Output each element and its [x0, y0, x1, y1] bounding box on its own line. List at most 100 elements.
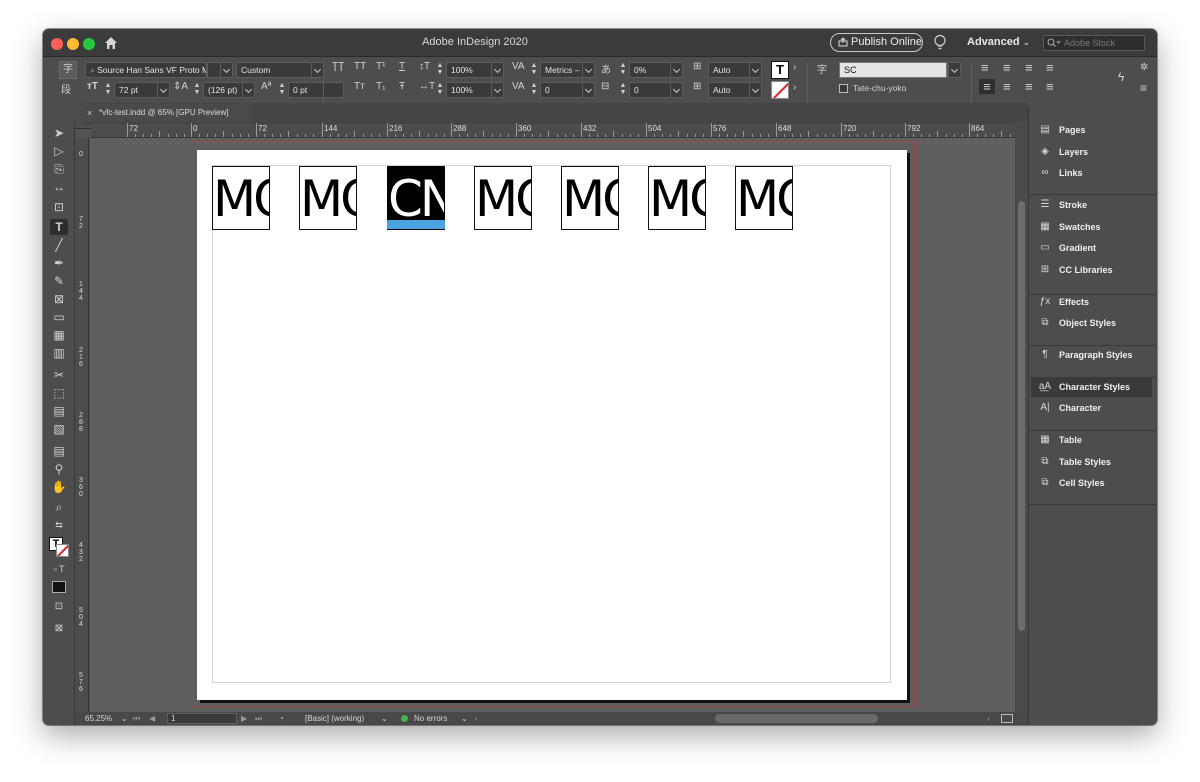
close-tab-icon[interactable]: ×	[87, 104, 92, 122]
panel-item-character[interactable]: A| Character	[1031, 398, 1152, 418]
screen-mode-icon[interactable]: ⊡	[50, 599, 68, 615]
direct-selection-tool-icon[interactable]: ▷	[50, 143, 68, 159]
para-mode-button[interactable]: 段	[61, 81, 71, 96]
font-style-field[interactable]: Custom	[236, 62, 324, 78]
horizontal-scrollbar-thumb[interactable]	[715, 714, 878, 723]
vertical-ruler[interactable]: 0 72 144 216 288 360 432 504 576	[75, 138, 89, 712]
preview-mode-icon[interactable]: ⊠	[50, 621, 68, 637]
eyedropper-tool-icon[interactable]: ⚲	[50, 461, 68, 477]
adobe-stock-search[interactable]: Adobe Stock	[1043, 35, 1145, 51]
zoom-level[interactable]: 65.25%	[85, 712, 112, 725]
tracking-field[interactable]: 0	[540, 82, 595, 98]
rectangle-frame-tool-icon[interactable]: ⊠	[50, 291, 68, 307]
zoom-tool-icon[interactable]: ⌕	[50, 499, 68, 515]
scissors-tool-icon[interactable]: ✂	[50, 367, 68, 383]
panel-item-character-styles[interactable]: a͟A Character Styles	[1031, 377, 1152, 397]
text-frame[interactable]: MO	[735, 166, 793, 230]
preflight-profile-icon[interactable]: ◔	[279, 712, 284, 725]
align-center-icon[interactable]: ≡	[1003, 60, 1011, 75]
panel-item-object-styles[interactable]: ⧉ Object Styles	[1031, 313, 1152, 333]
kerning-stepper[interactable]: ▲ ▼	[530, 62, 538, 76]
text-frame[interactable]: MO	[648, 166, 706, 230]
grid-tool-icon[interactable]: ▥	[50, 345, 68, 361]
selection-tool-icon[interactable]: ➤	[50, 125, 68, 141]
hand-tool-icon[interactable]: ✋	[50, 479, 68, 495]
strikethrough-button[interactable]: Ŧ	[399, 81, 405, 92]
font-family-field[interactable]: ⌕ Source Han Sans VF Proto M	[85, 62, 207, 78]
vertical-scale-stepper[interactable]: ▲ ▼	[436, 62, 444, 76]
panel-item-gradient[interactable]: ▭ Gradient	[1031, 238, 1152, 258]
leading-stepper[interactable]: ▲ ▼	[193, 82, 201, 96]
panel-item-layers[interactable]: ◈ Layers	[1031, 142, 1152, 162]
formatting-affects-container-icon[interactable]: ▫ T	[50, 561, 68, 577]
superscript-button[interactable]: T¹	[376, 61, 385, 72]
scroll-right-icon[interactable]: ›	[987, 712, 990, 725]
chevron-down-icon[interactable]: ⌄	[381, 712, 388, 725]
table-tool-icon[interactable]: ▦	[50, 327, 68, 343]
vertical-scale-field[interactable]: 100%	[446, 62, 504, 78]
panel-item-cc-libraries[interactable]: ⊞ CC Libraries	[1031, 260, 1152, 280]
small-caps-button[interactable]: Tт	[354, 81, 365, 92]
font-family-dropdown[interactable]	[207, 62, 233, 78]
font-size-stepper[interactable]: ▲ ▼	[104, 82, 112, 96]
panel-item-swatches[interactable]: ▦ Swatches	[1031, 217, 1152, 237]
settings-icon[interactable]: ✲	[1140, 62, 1148, 73]
apply-color-button[interactable]	[52, 581, 66, 593]
all-caps-button[interactable]: TT	[354, 61, 366, 72]
tsume-field[interactable]: 0%	[629, 62, 683, 78]
horizontal-ruler[interactable]: 72 0 72 144 216 288 360 432 504 576 648 720 792 864	[91, 123, 1027, 138]
panel-item-table-styles[interactable]: ⧉ Table Styles	[1031, 452, 1152, 472]
content-collector-icon[interactable]: ⊡	[50, 199, 68, 215]
font-size-field[interactable]: 72 pt	[114, 82, 170, 98]
tracking-stepper[interactable]: ▲ ▼	[530, 82, 538, 96]
chevron-right-icon[interactable]: ›	[793, 62, 796, 73]
underline-button[interactable]: T	[399, 61, 405, 72]
text-frame[interactable]: MO	[299, 166, 357, 230]
tsume-stepper[interactable]: ▲ ▼	[619, 62, 627, 76]
language-dropdown[interactable]	[947, 62, 961, 78]
last-page-icon[interactable]: ⏭	[255, 712, 262, 725]
scroll-left-icon[interactable]: ‹	[475, 712, 478, 725]
note-tool-icon[interactable]: ▤	[50, 443, 68, 459]
panel-item-effects[interactable]: ƒx Effects	[1031, 292, 1152, 312]
quick-apply-icon[interactable]: ϟ	[1118, 70, 1124, 84]
next-page-icon[interactable]: ▶	[241, 712, 247, 725]
justify-center-icon[interactable]: ≡	[1003, 79, 1011, 94]
align-right-icon[interactable]: ≡	[1025, 60, 1033, 75]
panel-item-links[interactable]: ∞ Links	[1031, 163, 1152, 183]
chevron-down-icon[interactable]: ⌄	[461, 712, 468, 725]
subscript-button[interactable]: T₁	[376, 81, 385, 92]
scrollbar-thumb[interactable]	[1018, 201, 1025, 631]
text-stroke-swatch[interactable]	[771, 81, 789, 99]
panel-item-pages[interactable]: ▤ Pages	[1031, 120, 1152, 140]
panel-item-paragraph-styles[interactable]: ¶ Paragraph Styles	[1031, 345, 1152, 365]
prev-page-icon[interactable]: ◀	[149, 712, 155, 725]
leading-field[interactable]: (126 pt)	[203, 82, 255, 98]
justify-spine-icon[interactable]: ≡	[1046, 79, 1054, 94]
gap-tool-icon[interactable]: ↔	[50, 179, 68, 195]
pencil-tool-icon[interactable]: ✎	[50, 273, 68, 289]
panel-item-cell-styles[interactable]: ⧉ Cell Styles	[1031, 473, 1152, 493]
panel-menu-icon[interactable]: ≡	[1140, 81, 1147, 95]
horizontal-scale-stepper[interactable]: ▲ ▼	[436, 82, 444, 96]
vertical-scrollbar[interactable]	[1015, 121, 1028, 717]
panel-item-table[interactable]: ▦ Table	[1031, 430, 1152, 450]
baseline-shift-field[interactable]: 0 pt	[288, 82, 344, 98]
first-page-icon[interactable]: ⏮	[133, 712, 140, 725]
justify-right-icon[interactable]: ≡	[1025, 79, 1033, 94]
panel-item-stroke[interactable]: ☰ Stroke	[1031, 195, 1152, 215]
line-tool-icon[interactable]: ╱	[50, 237, 68, 253]
align-left-icon[interactable]: ≡	[981, 60, 989, 75]
justify-all-icon[interactable]: ≡	[979, 79, 995, 94]
rectangle-tool-icon[interactable]: ▭	[50, 309, 68, 325]
aki-after-field[interactable]: Auto	[708, 82, 762, 98]
page-number-field[interactable]: 1	[167, 713, 237, 724]
lightbulb-icon[interactable]	[933, 34, 947, 52]
text-fill-swatch[interactable]: T	[771, 61, 789, 79]
tate-chu-yoko-checkbox[interactable]	[839, 84, 848, 93]
preflight-profile[interactable]: [Basic] (working)	[305, 712, 364, 725]
char-mode-button[interactable]: 字	[59, 61, 77, 79]
page-tool-icon[interactable]: ⎘	[50, 161, 68, 177]
horizontal-scale-field[interactable]: 100%	[446, 82, 504, 98]
chevron-right-icon[interactable]: ›	[793, 82, 796, 93]
